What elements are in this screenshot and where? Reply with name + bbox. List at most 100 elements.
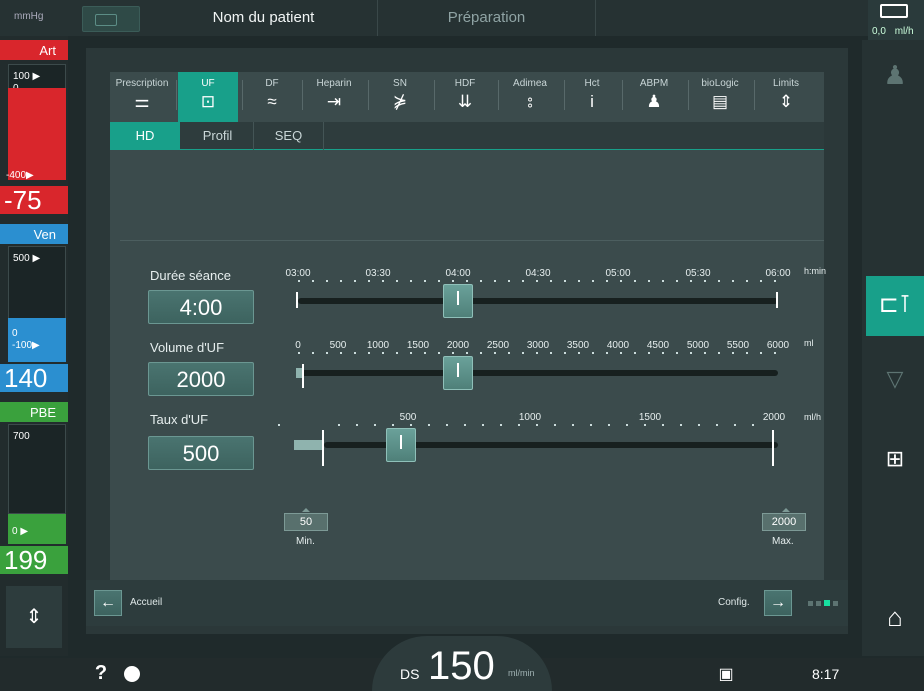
home-button[interactable]: ⌂ xyxy=(866,588,924,648)
uf-rate-value-button[interactable]: 500 xyxy=(148,436,254,470)
scale-dot xyxy=(518,424,520,426)
hct-icon: i xyxy=(590,92,594,111)
ven-title: Ven xyxy=(0,224,68,244)
uf-rate-slider[interactable]: 500 1000 1500 2000 xyxy=(278,412,790,472)
scale-dot xyxy=(690,280,692,282)
separator xyxy=(120,240,824,241)
clock-time: 8:17 xyxy=(812,666,840,682)
arrow-right-icon: → xyxy=(770,594,786,611)
scale-dot xyxy=(482,424,484,426)
uf-volume-track xyxy=(298,370,778,376)
tab-label: UF xyxy=(201,78,215,89)
duration-value-button[interactable]: 4:00 xyxy=(148,290,254,324)
tab-hct[interactable]: Hct i xyxy=(566,72,618,122)
pressure-column: Art 100 ▶ 0 -400▶ -75 Ven 500 ▶ 0 -100▶ … xyxy=(0,36,68,656)
tab-separator xyxy=(498,80,499,110)
scale-tick-label: 04:00 xyxy=(445,268,471,279)
limits-icon: ⇕ xyxy=(778,92,794,111)
bag-icon: ▽ xyxy=(886,366,904,391)
scale-dot xyxy=(620,280,622,282)
lock-icon[interactable]: ▣ xyxy=(716,664,736,684)
scale-dot xyxy=(382,280,384,282)
subtab-profil[interactable]: Profil xyxy=(182,122,254,150)
uf-rate-min-value[interactable]: 50 xyxy=(284,513,328,531)
tab-heparin[interactable]: Heparin ⇥ xyxy=(304,72,364,122)
uf-rate-max-caret xyxy=(782,508,790,512)
back-label: Accueil xyxy=(130,597,163,608)
uf-filter-icon: ⊡ xyxy=(200,92,216,111)
tab-abpm[interactable]: ABPM ♟ xyxy=(624,72,684,122)
ven-zero-label: 0 xyxy=(12,328,18,339)
tab-limits[interactable]: Limits ⇕ xyxy=(756,72,816,122)
scale-dot xyxy=(508,280,510,282)
uf-rate-min-marker xyxy=(322,430,324,466)
uf-volume-thumb[interactable] xyxy=(443,356,473,390)
scale-dot xyxy=(438,352,440,354)
pbe-range-bar: 0 ▶ xyxy=(8,514,66,544)
uf-rate-unit: ml/h xyxy=(804,412,822,422)
scale-tick-label: 500 xyxy=(329,340,347,351)
scale-tick-label: 03:30 xyxy=(365,268,391,279)
uf-rate-max-value[interactable]: 2000 xyxy=(762,513,806,531)
syringe-icon xyxy=(880,4,908,18)
treatment-phase: Préparation xyxy=(378,0,596,36)
heparin-rate-value: 0,0 xyxy=(872,26,886,37)
tab-label: DF xyxy=(265,78,279,89)
tab-hdf[interactable]: HDF ⇊ xyxy=(436,72,494,122)
page-dot xyxy=(808,601,813,606)
patient-name[interactable]: Nom du patient xyxy=(150,0,378,36)
tab-separator xyxy=(688,80,689,110)
duration-slider[interactable]: 03:00 03:30 04:00 04:30 05:00 05:30 06:00 xyxy=(278,268,791,328)
duration-thumb[interactable] xyxy=(443,284,473,318)
uf-volume-value-button[interactable]: 2000 xyxy=(148,362,254,396)
scale-dot xyxy=(410,352,412,354)
uf-rate-thumb[interactable] xyxy=(386,428,416,462)
home-icon: ⌂ xyxy=(887,602,903,632)
scale-dot xyxy=(734,424,736,426)
art-range-bar xyxy=(8,88,66,180)
filter-mode-button[interactable]: ⊏⊺ xyxy=(866,276,924,336)
timer-icon[interactable] xyxy=(124,666,140,682)
scale-tick-label: 2500 xyxy=(486,340,510,351)
uf-volume-slider[interactable]: 0 500 1000 1500 2000 2500 3000 3500 4000 4500 5000… xyxy=(278,340,790,400)
pbe-value: 199 xyxy=(0,546,68,574)
subtab-hd[interactable]: HD xyxy=(110,122,180,150)
scale-dot xyxy=(716,424,718,426)
subtab-seq[interactable]: SEQ xyxy=(254,122,324,150)
scale-dot xyxy=(508,352,510,354)
page-dot-active xyxy=(824,600,830,606)
back-button[interactable]: ← xyxy=(94,590,122,616)
biologic-icon: ▤ xyxy=(711,92,729,111)
tab-df[interactable]: DF ≈ xyxy=(244,72,300,122)
bag-button[interactable]: ▽ xyxy=(866,352,924,412)
heparin-rate-display: 0,0 ml/h xyxy=(868,0,924,40)
scale-dot xyxy=(278,424,280,426)
tab-adimea[interactable]: Adimea ⦂ xyxy=(500,72,560,122)
supply-button[interactable]: ⊞ xyxy=(866,432,924,492)
scale-dot xyxy=(326,280,328,282)
scale-dot xyxy=(424,352,426,354)
tab-separator xyxy=(754,80,755,110)
dialysate-flow-display[interactable]: DS 150 ml/min xyxy=(372,636,552,691)
tab-prescription[interactable]: Prescription ⚌ xyxy=(110,72,174,122)
sliders-icon: ⚌ xyxy=(134,92,150,111)
scale-dot xyxy=(368,280,370,282)
level-adjust-button[interactable]: ⇕ xyxy=(6,586,62,648)
tab-sn[interactable]: SN ⋡ xyxy=(370,72,430,122)
patient-connect-button[interactable]: ♟ xyxy=(866,48,924,108)
scale-dot xyxy=(396,352,398,354)
scale-dot xyxy=(466,280,468,282)
scale-dot xyxy=(438,280,440,282)
help-button[interactable]: ? xyxy=(88,662,114,688)
duration-max-marker xyxy=(776,292,778,308)
screen-toggle-button[interactable] xyxy=(82,6,140,32)
scale-dot xyxy=(446,424,448,426)
tab-biologic[interactable]: bioLogic ▤ xyxy=(690,72,750,122)
right-column: ♟ ⊏⊺ ▽ ⊞ ⌂ xyxy=(862,40,924,656)
ds-value: 150 xyxy=(428,644,495,688)
scale-dot xyxy=(760,352,762,354)
config-button[interactable]: → xyxy=(764,590,792,616)
syringe-icon: ⇥ xyxy=(326,92,342,111)
tab-uf[interactable]: UF ⊡ xyxy=(178,72,238,122)
scale-dot xyxy=(718,352,720,354)
